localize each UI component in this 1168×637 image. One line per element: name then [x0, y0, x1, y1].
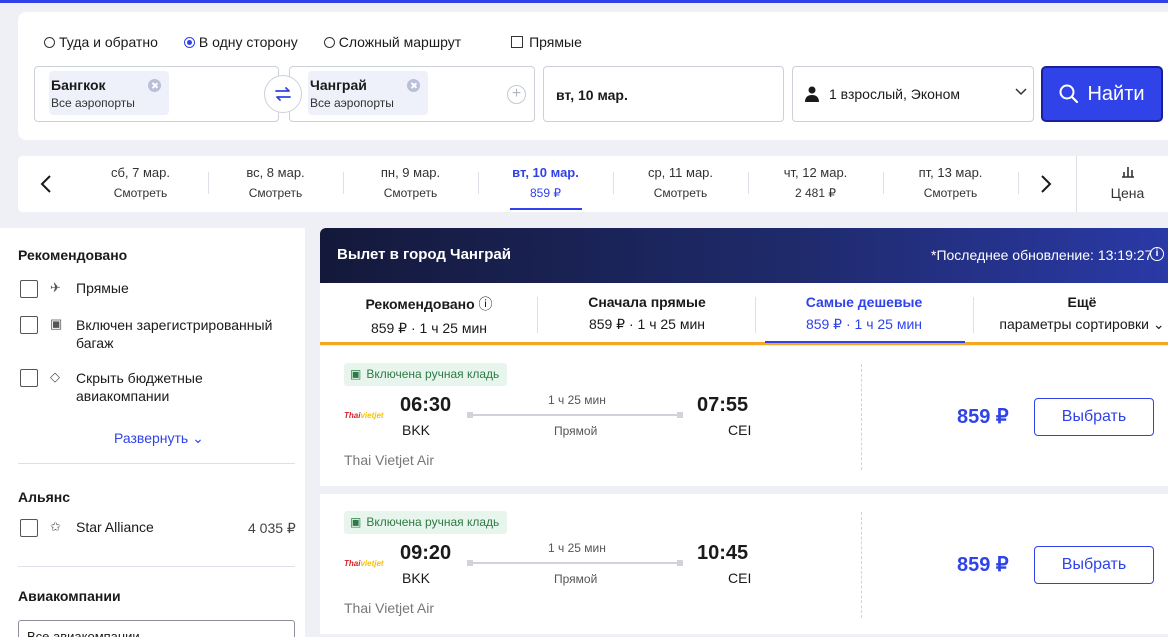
info-icon[interactable]: i: [1150, 247, 1164, 261]
sort-tab-recommended[interactable]: Рекомендовано ⓘ 859 ₽ · 1 ч 25 мин: [320, 294, 538, 337]
recommended-title: Рекомендовано: [18, 247, 128, 263]
expand-link[interactable]: Развернуть ⌄: [114, 430, 204, 447]
checkbox[interactable]: [20, 316, 38, 334]
date-option[interactable]: сб, 7 мар. Смотреть: [73, 165, 208, 200]
person-icon: [805, 86, 819, 102]
destination-clear-icon[interactable]: [406, 79, 420, 92]
date-option[interactable]: ср, 11 мар. Смотреть: [613, 165, 748, 200]
airline-logo: Thaivietjet: [344, 411, 384, 420]
chevron-down-icon: ⌄: [1152, 316, 1165, 332]
flight-price: 859 ₽: [957, 406, 1009, 428]
flight-duration: 1 ч 25 мин: [548, 541, 606, 555]
hand-luggage-badge: ▣ Включена ручная кладь: [344, 511, 508, 534]
passengers-field[interactable]: 1 взрослый, Эконом: [792, 66, 1034, 122]
airline-name: Thai Vietjet Air: [344, 600, 435, 616]
filter-star-alliance[interactable]: ✩ Star Alliance: [20, 519, 154, 537]
sort-tab-cheapest[interactable]: Самые дешевые 859 ₽ · 1 ч 25 мин: [755, 294, 973, 343]
flight-card[interactable]: ▣ Включена ручная кладь Thaivietjet 06:30…: [320, 346, 1168, 486]
alliance-title: Альянс: [18, 489, 71, 505]
banner-title: Вылет в город Чанграй: [337, 246, 511, 263]
chevron-down-icon: [1015, 88, 1027, 96]
checkbox[interactable]: [20, 280, 38, 298]
date-option[interactable]: вс, 8 мар. Смотреть: [208, 165, 343, 200]
departure-code: BKK: [402, 570, 431, 586]
alliance-price: 4 035 ₽: [248, 520, 296, 536]
flight-duration: 1 ч 25 мин: [548, 393, 606, 407]
date-option[interactable]: пт, 13 мар. Смотреть: [883, 165, 1018, 200]
luggage-icon: ▣: [50, 316, 63, 331]
arrival-time: 10:45: [697, 542, 749, 564]
price-chart-toggle[interactable]: Цена: [1076, 156, 1168, 212]
date-option-selected[interactable]: вт, 10 мар. 859 ₽: [478, 165, 613, 210]
flight-price: 859 ₽: [957, 554, 1009, 576]
bar-chart-icon: [1121, 167, 1134, 178]
flight-stops: Прямой: [554, 572, 598, 586]
results-banner: Вылет в город Чанграй *Последнее обновле…: [320, 228, 1168, 283]
sort-tab-direct[interactable]: Сначала прямые 859 ₽ · 1 ч 25 мин: [538, 294, 756, 333]
date-option[interactable]: чт, 12 мар. 2 481 ₽: [748, 165, 883, 200]
divider: [18, 566, 295, 567]
next-dates-icon[interactable]: [1026, 156, 1066, 212]
search-panel: Туда и обратно В одну сторону Сложный ма…: [18, 12, 1168, 140]
search-icon: [1059, 84, 1079, 104]
flight-stops: Прямой: [554, 424, 598, 438]
origin-field[interactable]: Бангкок Все аэропорты: [34, 66, 279, 122]
airlines-title: Авиакомпании: [18, 588, 121, 604]
arrival-code: CEI: [728, 570, 752, 586]
hand-luggage-badge: ▣ Включена ручная кладь: [344, 363, 508, 386]
last-updated: *Последнее обновление: 13:19:27: [931, 247, 1153, 263]
luggage-icon: ▣: [350, 515, 362, 529]
sort-tabs: Рекомендовано ⓘ 859 ₽ · 1 ч 25 мин Сначал…: [320, 283, 1168, 345]
destination-chip: Чанграй Все аэропорты: [308, 71, 428, 115]
departure-time: 09:20: [400, 542, 452, 564]
tag-icon: ◇: [50, 369, 60, 384]
origin-chip: Бангкок Все аэропорты: [49, 71, 169, 115]
divider: [18, 463, 295, 464]
origin-clear-icon[interactable]: [147, 79, 161, 92]
arrival-time: 07:55: [697, 394, 749, 416]
find-button[interactable]: Найти: [1041, 66, 1163, 122]
info-icon: ⓘ: [478, 296, 493, 312]
trip-type-oneway[interactable]: В одну сторону: [183, 34, 298, 50]
star-icon: ✩: [50, 519, 61, 534]
date-option[interactable]: пн, 9 мар. Смотреть: [343, 165, 478, 200]
chevron-down-icon: ⌄: [188, 430, 204, 446]
swap-icon[interactable]: [264, 75, 302, 113]
trip-type-round[interactable]: Туда и обратно: [44, 34, 158, 50]
departure-code: BKK: [402, 422, 431, 438]
arrival-code: CEI: [728, 422, 752, 438]
filter-budget[interactable]: ◇ Скрыть бюджетные авиакомпании: [20, 369, 240, 405]
filter-direct[interactable]: ✈ Прямые: [20, 280, 129, 298]
divider: [861, 364, 862, 470]
route-line: [467, 412, 683, 418]
airlines-select[interactable]: Все авиакомпании: [18, 620, 295, 637]
filters-panel: Рекомендовано ✈ Прямые ▣ Включен зарегис…: [0, 228, 305, 637]
luggage-icon: ▣: [350, 367, 362, 381]
select-button[interactable]: Выбрать: [1034, 546, 1154, 584]
airline-logo: Thaivietjet: [344, 559, 384, 568]
checkbox[interactable]: [20, 369, 38, 387]
divider: [861, 512, 862, 618]
trip-type-selector: Туда и обратно В одну сторону Сложный ма…: [44, 34, 608, 50]
filter-baggage[interactable]: ▣ Включен зарегистрированный багаж: [20, 316, 280, 352]
trip-type-complex[interactable]: Сложный маршрут: [323, 34, 461, 50]
date-field[interactable]: вт, 10 мар.: [543, 66, 784, 122]
checkbox[interactable]: [20, 519, 38, 537]
airline-name: Thai Vietjet Air: [344, 452, 435, 468]
select-button[interactable]: Выбрать: [1034, 398, 1154, 436]
sort-tab-more[interactable]: Ещё параметры сортировки ⌄: [973, 294, 1168, 333]
plane-icon: ✈: [50, 280, 61, 295]
results-panel: Вылет в город Чанграй *Последнее обновле…: [320, 228, 1168, 637]
add-destination-icon[interactable]: +: [507, 85, 526, 104]
route-line: [467, 560, 683, 566]
date-strip: сб, 7 мар. Смотреть вс, 8 мар. Смотреть пн…: [18, 156, 1168, 212]
departure-time: 06:30: [400, 394, 452, 416]
destination-field[interactable]: Чанграй Все аэропорты +: [289, 66, 535, 122]
top-accent-line: [0, 0, 1168, 3]
flight-card[interactable]: ▣ Включена ручная кладь Thaivietjet 09:20…: [320, 494, 1168, 634]
prev-dates-icon[interactable]: [26, 156, 66, 212]
direct-only-checkbox[interactable]: Прямые: [487, 34, 582, 50]
